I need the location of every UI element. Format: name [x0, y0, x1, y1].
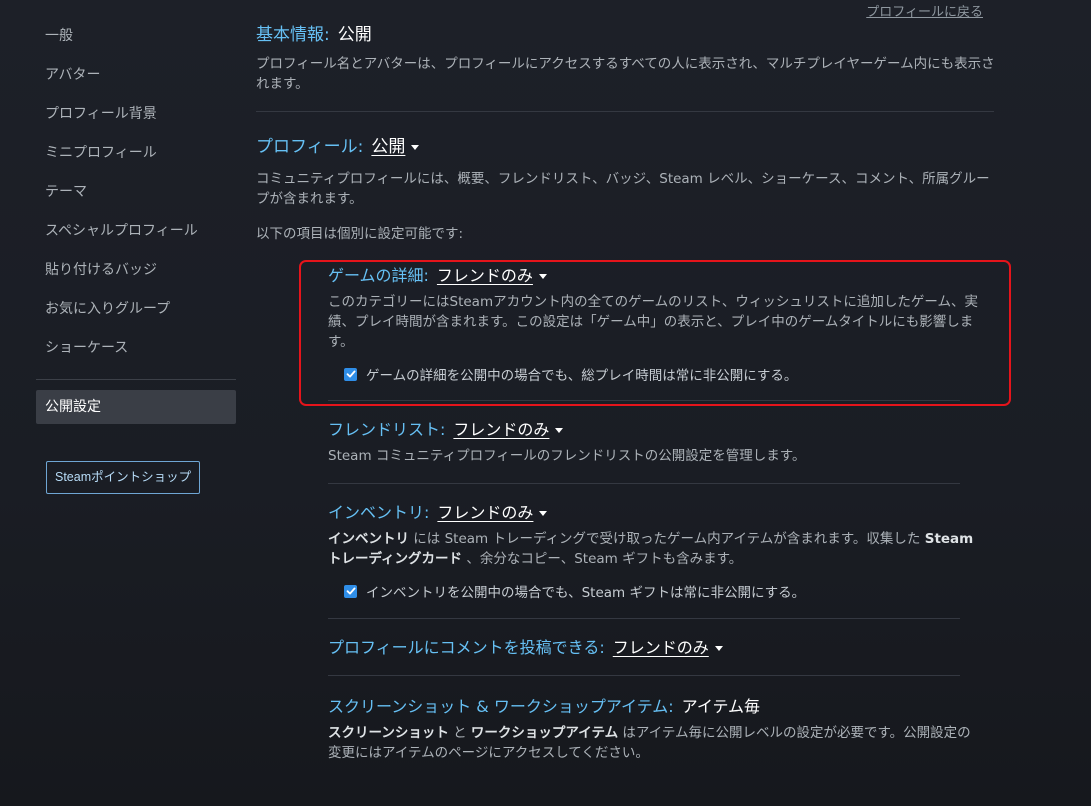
sidebar-item-general[interactable]: 一般 — [36, 20, 236, 59]
profile-description: コミュニティプロフィールには、概要、フレンドリスト、バッジ、Steam レベル、… — [256, 171, 990, 207]
game-details-privacy-dropdown[interactable]: フレンドのみ — [437, 266, 533, 285]
inventory-description-text-2: 、余分なコピー、Steam ギフトも含みます。 — [462, 551, 743, 567]
sidebar-item-special-profile[interactable]: スペシャルプロフィール — [36, 215, 236, 254]
comments-section: プロフィールにコメントを投稿できる: フレンドのみ — [328, 634, 978, 676]
sidebar-item-featured-badge[interactable]: 貼り付けるバッジ — [36, 254, 236, 293]
points-shop-button[interactable]: Steamポイントショップ — [46, 461, 201, 494]
hide-playtime-checkbox[interactable] — [344, 367, 357, 381]
sidebar-item-privacy-settings[interactable]: 公開設定 — [36, 390, 236, 424]
inventory-privacy-dropdown[interactable]: フレンドのみ — [437, 503, 533, 522]
inventory-description: インベントリ には Steam トレーディングで受け取ったゲーム内アイテムが含ま… — [328, 529, 978, 569]
caret-down-icon[interactable] — [411, 144, 420, 150]
section-divider — [328, 400, 960, 401]
hide-gifts-label: インベントリを公開中の場合でも、Steam ギフトは常に非公開にする。 — [366, 585, 806, 601]
sidebar-item-mini-profile[interactable]: ミニプロフィール — [36, 137, 236, 176]
inventory-heading: インベントリ: フレンドのみ — [328, 499, 978, 523]
friends-list-section: フレンドリスト: フレンドのみ Steam コミュニティプロフィールのフレンドリス… — [328, 416, 978, 484]
game-details-privacy-value: フレンドのみ — [436, 266, 533, 285]
section-divider — [328, 483, 960, 484]
back-to-profile-link[interactable]: プロフィールに戻る — [866, 1, 983, 20]
inventory-section: インベントリ: フレンドのみ インベントリ には Steam トレーディングで受け… — [328, 499, 978, 619]
basic-info-label: 基本情報: — [256, 25, 330, 45]
screenshots-description-text: と — [448, 725, 471, 741]
inventory-privacy-value: フレンドのみ — [437, 503, 534, 522]
basic-info-value: 公開 — [337, 25, 372, 45]
profile-section: プロフィール: 公開 コミュニティプロフィールには、概要、フレンドリスト、バッジ、… — [256, 132, 996, 244]
profile-heading: プロフィール: 公開 — [256, 132, 996, 157]
basic-info-heading: 基本情報: 公開 — [256, 20, 996, 45]
game-details-heading: ゲームの詳細: フレンドのみ — [328, 262, 978, 286]
comments-privacy-dropdown[interactable]: フレンドのみ — [613, 638, 709, 657]
basic-info-section: 基本情報: 公開 プロフィール名とアバターは、プロフィールにアクセスするすべての人… — [256, 20, 996, 94]
sidebar-item-avatar[interactable]: アバター — [36, 59, 236, 98]
profile-label: プロフィール: — [256, 137, 364, 157]
screenshots-description: スクリーンショット と ワークショップアイテム はアイテム毎に公開レベルの設定が… — [328, 723, 978, 763]
hide-gifts-checkbox[interactable] — [344, 584, 357, 598]
friends-list-description: Steam コミュニティプロフィールのフレンドリストの公開設定を管理します。 — [328, 448, 806, 464]
checkmark-icon — [346, 587, 355, 595]
screenshots-section: スクリーンショット & ワークショップアイテム: アイテム毎 スクリーンショット … — [328, 693, 978, 763]
friends-list-heading: フレンドリスト: フレンドのみ — [328, 416, 978, 440]
section-divider — [328, 618, 960, 619]
privacy-settings-main: 基本情報: 公開 プロフィール名とアバターは、プロフィールにアクセスするすべての人… — [256, 20, 996, 244]
inventory-label: インベントリ: — [328, 503, 430, 522]
sidebar-divider — [36, 379, 236, 380]
friends-list-label: フレンドリスト: — [328, 420, 446, 439]
sidebar-item-profile-background[interactable]: プロフィール背景 — [36, 98, 236, 137]
section-divider — [256, 111, 994, 112]
screenshots-heading: スクリーンショット & ワークショップアイテム: アイテム毎 — [328, 693, 978, 717]
comments-privacy-value: フレンドのみ — [612, 638, 709, 657]
game-details-description: このカテゴリーにはSteamアカウント内の全てのゲームのリスト、ウィッシュリスト… — [328, 294, 979, 350]
comments-label: プロフィールにコメントを投稿できる: — [328, 638, 605, 657]
caret-down-icon[interactable] — [538, 274, 547, 279]
inventory-description-text: には Steam トレーディングで受け取ったゲーム内アイテムが含まれます。収集し… — [409, 531, 925, 547]
section-divider — [328, 675, 960, 676]
hide-playtime-option: ゲームの詳細を公開中の場合でも、総プレイ時間は常に非公開にする。 — [344, 364, 978, 384]
game-details-label: ゲームの詳細: — [328, 266, 429, 285]
profile-privacy-value: 公開 — [371, 137, 406, 157]
caret-down-icon[interactable] — [539, 511, 548, 516]
screenshots-term: スクリーンショット — [328, 725, 449, 741]
game-details-section: ゲームの詳細: フレンドのみ このカテゴリーにはSteamアカウント内の全てのゲー… — [328, 262, 978, 401]
friends-list-privacy-value: フレンドのみ — [453, 420, 550, 439]
hide-gifts-option: インベントリを公開中の場合でも、Steam ギフトは常に非公開にする。 — [344, 581, 978, 601]
screenshots-label: スクリーンショット & ワークショップアイテム: — [328, 697, 674, 716]
sidebar-item-showcase[interactable]: ショーケース — [36, 332, 236, 371]
checkmark-icon — [346, 370, 355, 378]
individual-settings-note: 以下の項目は個別に設定可能です: — [256, 226, 464, 242]
friends-list-privacy-dropdown[interactable]: フレンドのみ — [453, 420, 549, 439]
sidebar-item-theme[interactable]: テーマ — [36, 176, 236, 215]
comments-heading: プロフィールにコメントを投稿できる: フレンドのみ — [328, 634, 978, 658]
workshop-term: ワークショップアイテム — [470, 725, 619, 741]
sidebar-item-favorite-group[interactable]: お気に入りグループ — [36, 293, 236, 332]
caret-down-icon[interactable] — [714, 646, 723, 651]
hide-playtime-label: ゲームの詳細を公開中の場合でも、総プレイ時間は常に非公開にする。 — [366, 368, 798, 384]
screenshots-value: アイテム毎 — [681, 697, 761, 716]
basic-info-description: プロフィール名とアバターは、プロフィールにアクセスするすべての人に表示され、マル… — [256, 56, 995, 92]
settings-sidebar: 一般 アバター プロフィール背景 ミニプロフィール テーマ スペシャルプロフィー… — [36, 20, 236, 494]
caret-down-icon[interactable] — [555, 428, 564, 433]
inventory-term: インベントリ — [328, 531, 409, 547]
profile-privacy-dropdown[interactable]: 公開 — [371, 137, 405, 157]
